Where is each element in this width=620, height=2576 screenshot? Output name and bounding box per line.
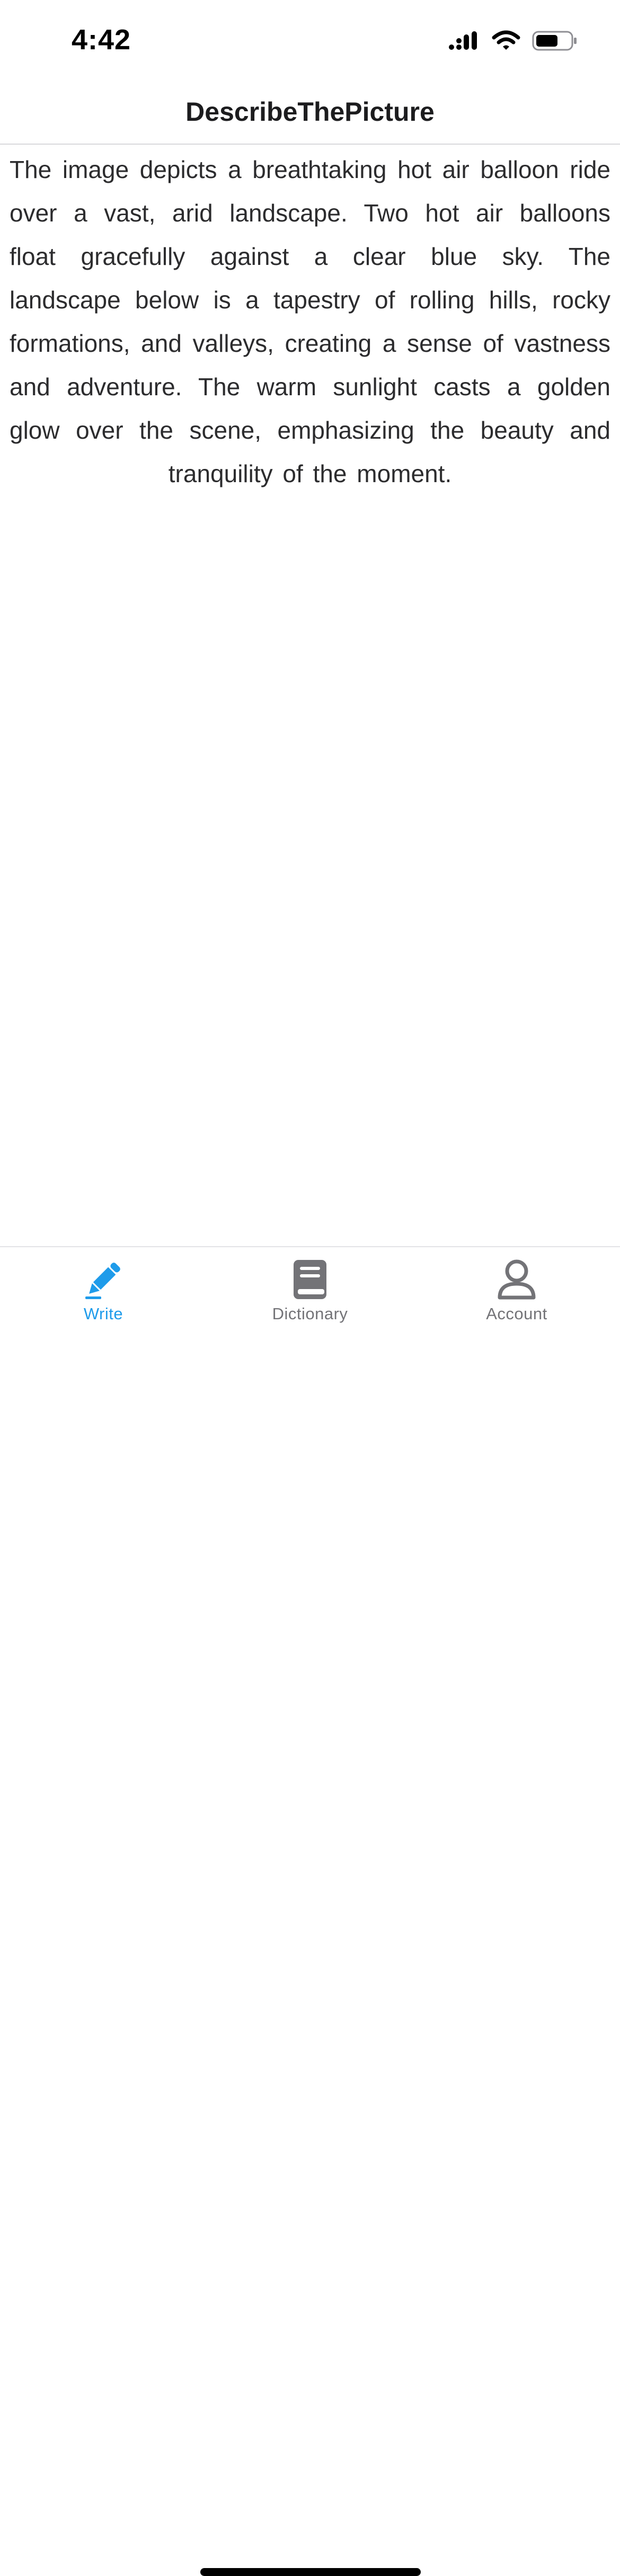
picture-description: The image depicts a breathtaking hot air… xyxy=(10,156,610,487)
status-icons xyxy=(448,28,578,54)
home-indicator[interactable] xyxy=(200,2568,421,2576)
tab-account[interactable]: Account xyxy=(453,1256,580,1323)
main-content: The image depicts a breathtaking hot air… xyxy=(0,145,620,495)
status-time: 4:42 xyxy=(72,24,131,56)
tab-write[interactable]: Write xyxy=(40,1256,167,1323)
tab-account-label: Account xyxy=(486,1304,547,1323)
page-title: DescribeThePicture xyxy=(185,96,435,127)
tab-write-label: Write xyxy=(83,1304,123,1323)
tab-dictionary-label: Dictionary xyxy=(272,1304,348,1323)
status-bar: 4:42 xyxy=(0,0,620,79)
person-icon xyxy=(493,1256,541,1303)
cellular-signal-icon xyxy=(448,30,480,51)
book-icon xyxy=(286,1256,334,1303)
battery-icon xyxy=(532,30,578,51)
tab-bar: Write Dictionary Account xyxy=(0,1246,620,2576)
navigation-bar: DescribeThePicture xyxy=(0,79,620,145)
pencil-icon xyxy=(79,1256,127,1303)
tab-dictionary[interactable]: Dictionary xyxy=(246,1256,374,1323)
wifi-icon xyxy=(492,30,520,51)
